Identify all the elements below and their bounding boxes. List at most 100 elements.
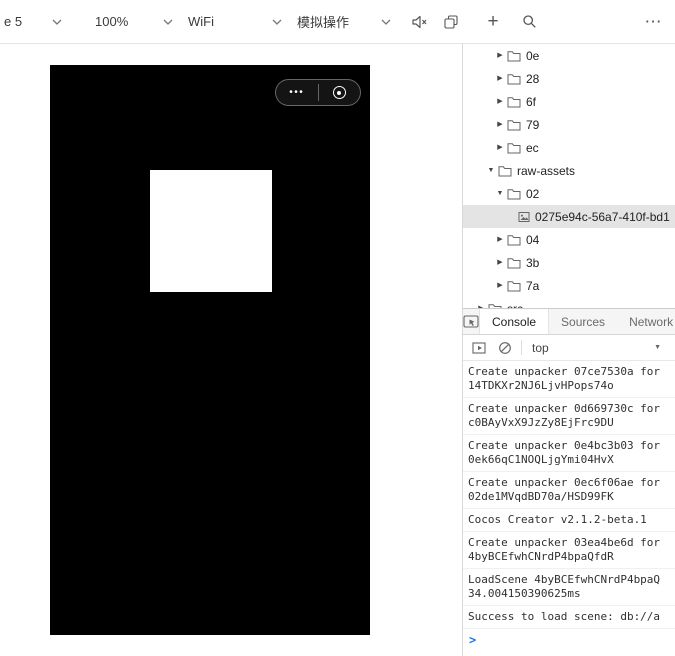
plus-icon: +	[487, 11, 499, 32]
tree-item-label: 28	[526, 71, 540, 86]
inspect-element-button[interactable]	[463, 309, 480, 334]
folder-icon	[507, 188, 521, 199]
tree-item-label: 79	[526, 117, 540, 132]
tree-item-label: 02	[526, 186, 540, 201]
overlapping-windows-icon	[444, 14, 458, 29]
console-sidebar-toggle[interactable]	[469, 338, 489, 358]
console-message-line: 34.004150390625ms	[468, 587, 581, 600]
clear-console-button[interactable]	[495, 338, 515, 358]
chevron-down-icon	[163, 19, 173, 25]
console-message-line: Create unpacker 03ea4be6d for	[468, 536, 661, 549]
network-selector[interactable]: WiFi	[188, 8, 282, 36]
chevron-down-icon[interactable]: ▼	[485, 167, 497, 174]
folder-icon	[507, 142, 521, 153]
console-message-line: Success to load scene: db://a	[468, 610, 661, 623]
console-message-line: Create unpacker 0ec6f06ae for	[468, 476, 661, 489]
console-message: Create unpacker 0d669730c for c0BAyVxX9J…	[463, 398, 675, 435]
add-button[interactable]: +	[481, 10, 505, 34]
circle-dot-icon	[332, 86, 346, 99]
separate-window-button[interactable]	[439, 10, 463, 34]
tab-console[interactable]: Console	[480, 309, 550, 334]
capsule-menu: •••	[275, 79, 361, 106]
console-input[interactable]: >	[463, 629, 675, 651]
tree-item-79[interactable]: ▶ 79	[463, 113, 675, 136]
toolbar-divider	[521, 340, 522, 355]
console-message-line: 02de1MVqdBD70a/HSD99FK	[468, 490, 614, 503]
search-button[interactable]	[517, 10, 541, 34]
tree-item-0e[interactable]: ▶ 0e	[463, 44, 675, 67]
devtools-tab-bar: Console Sources Network	[463, 308, 675, 335]
console-message: Success to load scene: db://a	[463, 606, 675, 629]
chevron-right-icon[interactable]: ▶	[494, 98, 506, 105]
devtools-panel: Console Sources Network top ▼ Create unp…	[463, 308, 675, 656]
console-message: LoadScene 4byBCEfwhCNrdP4bpaQ 34.0041503…	[463, 569, 675, 606]
folder-icon	[507, 280, 521, 291]
tab-network[interactable]: Network	[617, 309, 675, 334]
tree-item-asset-file[interactable]: 0275e94c-56a7-410f-bd1	[463, 205, 675, 228]
chevron-right-icon[interactable]: ▶	[494, 52, 506, 59]
phone-screen[interactable]: •••	[50, 65, 370, 635]
chevron-down-icon[interactable]: ▼	[494, 190, 506, 197]
tree-item-label: 04	[526, 232, 540, 247]
console-message: Cocos Creator v2.1.2-beta.1	[463, 509, 675, 532]
tree-item-label: ec	[526, 140, 539, 155]
tree-item-ec[interactable]: ▶ ec	[463, 136, 675, 159]
folder-icon	[498, 165, 512, 176]
folder-icon	[507, 96, 521, 107]
console-message-line: LoadScene 4byBCEfwhCNrdP4bpaQ	[468, 573, 661, 586]
folder-icon	[507, 234, 521, 245]
tree-item-src[interactable]: ▶ src	[463, 297, 675, 308]
tree-item-7a[interactable]: ▶ 7a	[463, 274, 675, 297]
chevron-down-icon	[381, 19, 391, 25]
ellipsis-icon: •••	[289, 86, 305, 98]
device-selector-label: e 5	[4, 14, 23, 29]
simulate-operation-label: 模拟操作	[297, 15, 350, 30]
console-message: Create unpacker 0e4bc3b03 for 0ek66qC1NO…	[463, 435, 675, 472]
tree-item-label: 3b	[526, 255, 540, 270]
tab-sources[interactable]: Sources	[549, 309, 617, 334]
chevron-right-icon[interactable]: ▶	[494, 259, 506, 266]
image-icon	[518, 211, 530, 222]
tree-item-raw-assets[interactable]: ▼ raw-assets	[463, 159, 675, 182]
tree-item-04[interactable]: ▶ 04	[463, 228, 675, 251]
context-selector[interactable]: top ▼	[528, 338, 669, 358]
dropdown-arrow-icon: ▼	[654, 344, 661, 351]
folder-icon	[507, 50, 521, 61]
inspect-cursor-icon	[463, 314, 479, 328]
folder-icon	[507, 119, 521, 130]
chevron-right-icon[interactable]: ▶	[494, 236, 506, 243]
capsule-more-button[interactable]: •••	[276, 80, 318, 105]
tree-item-6f[interactable]: ▶ 6f	[463, 90, 675, 113]
speaker-icon	[412, 15, 427, 28]
tree-item-label: raw-assets	[517, 163, 576, 178]
chevron-right-icon[interactable]: ▶	[494, 144, 506, 151]
right-pane: ▶ 0e ▶ 28 ▶ 6f ▶ 79 ▶ ec ▼ raw-assets ▼ …	[462, 44, 675, 656]
search-icon	[522, 15, 536, 28]
tree-item-02[interactable]: ▼ 02	[463, 182, 675, 205]
console-message-line: Create unpacker 0d669730c for	[468, 402, 661, 415]
white-square	[150, 170, 272, 292]
more-button[interactable]: ⋯	[641, 10, 665, 34]
device-selector[interactable]: e 5	[4, 8, 62, 36]
chevron-down-icon	[52, 19, 62, 25]
console-message: Create unpacker 03ea4be6d for 4byBCEfwhC…	[463, 532, 675, 569]
clear-icon	[499, 341, 511, 354]
console-message-line: 4byBCEfwhCNrdP4bpaQfdR	[468, 550, 614, 563]
zoom-selector[interactable]: 100%	[95, 8, 173, 36]
tree-item-label: 0e	[526, 48, 540, 63]
capsule-home-button[interactable]	[319, 80, 361, 105]
simulate-operation-selector[interactable]: 模拟操作	[297, 8, 391, 36]
sidebar-icon	[472, 341, 486, 354]
zoom-selector-label: 100%	[95, 14, 129, 29]
chevron-right-icon[interactable]: ▶	[494, 75, 506, 82]
chevron-right-icon[interactable]: ▶	[494, 121, 506, 128]
mute-button[interactable]	[407, 10, 431, 34]
tree-item-3b[interactable]: ▶ 3b	[463, 251, 675, 274]
console-message-line: c0BAyVxX9JzZy8EjFrc9DU	[468, 416, 614, 429]
chevron-right-icon[interactable]: ▶	[494, 282, 506, 289]
tree-item-28[interactable]: ▶ 28	[463, 67, 675, 90]
network-selector-label: WiFi	[188, 14, 214, 29]
console-log: Create unpacker 07ce7530a for 14TDKXr2NJ…	[463, 361, 675, 656]
top-toolbar: e 5 100% WiFi 模拟操作 + ⋯	[0, 0, 675, 44]
console-message-line: Create unpacker 0e4bc3b03 for	[468, 439, 661, 452]
